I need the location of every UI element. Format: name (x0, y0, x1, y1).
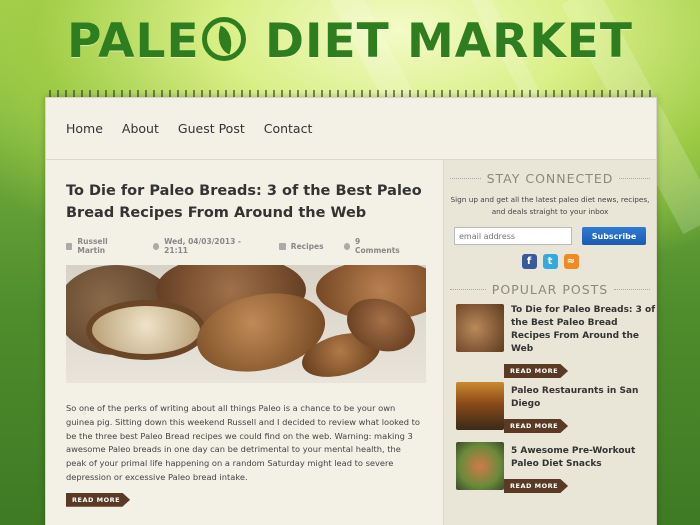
popular-post-1[interactable]: To Die for Paleo Breads: 3 of the Best P… (456, 304, 656, 378)
subscribe-form: Subscribe (454, 227, 656, 245)
popular-post-title[interactable]: To Die for Paleo Breads: 3 of the Best P… (511, 304, 656, 356)
content-paper: Home About Guest Post Contact To Die for… (45, 97, 657, 525)
email-input[interactable] (454, 227, 572, 245)
twitter-icon[interactable]: t (542, 254, 558, 269)
date-text: Wed, 04/03/2013 - 21:11 (164, 237, 242, 255)
post-category: Recipes (278, 237, 324, 255)
popular-read-more[interactable]: READ MORE (504, 419, 569, 433)
nav-home[interactable]: Home (66, 121, 103, 136)
folder-icon (278, 242, 286, 250)
nav-contact[interactable]: Contact (264, 121, 313, 136)
comment-icon (343, 242, 350, 250)
post-title[interactable]: To Die for Paleo Breads: 3 of the Best P… (66, 180, 423, 224)
popular-posts-heading: POPULAR POSTS (444, 282, 656, 297)
post-author: Russell Martin (66, 237, 133, 255)
leaf-logo-icon (201, 17, 246, 61)
social-links: f t ≈ (444, 254, 656, 269)
main-content: To Die for Paleo Breads: 3 of the Best P… (46, 160, 443, 525)
nav-guest-post[interactable]: Guest Post (178, 121, 245, 136)
clock-icon (152, 242, 160, 250)
author-name[interactable]: Russell Martin (77, 237, 132, 255)
user-icon (66, 242, 73, 250)
nav-about[interactable]: About (122, 121, 159, 136)
popular-thumb-restaurant[interactable] (456, 382, 504, 430)
post-meta: Russell Martin Wed, 04/03/2013 - 21:11 R… (66, 237, 423, 255)
popular-read-more[interactable]: READ MORE (504, 479, 569, 493)
comments-link[interactable]: 9 Comments (355, 237, 403, 255)
logo-text-part1: PALE (67, 14, 200, 69)
rss-icon[interactable]: ≈ (563, 254, 579, 269)
post-date: Wed, 04/03/2013 - 21:11 (152, 237, 259, 255)
facebook-icon[interactable]: f (521, 254, 537, 269)
popular-post-3[interactable]: 5 Awesome Pre-Workout Paleo Diet Snacks … (456, 442, 656, 493)
post-excerpt: So one of the perks of writing about all… (66, 403, 421, 482)
main-nav: Home About Guest Post Contact (46, 98, 656, 160)
sidebar: STAY CONNECTED Sign up and get all the l… (443, 160, 656, 525)
popular-post-2[interactable]: Paleo Restaurants in San Diego READ MORE (456, 382, 656, 433)
signup-text: Sign up and get all the latest paleo die… (450, 195, 650, 216)
popular-thumb-snacks[interactable] (456, 442, 504, 490)
category-link[interactable]: Recipes (291, 242, 324, 251)
site-logo[interactable]: PALE DIET MARKET (0, 14, 700, 69)
post-comments: 9 Comments (343, 237, 403, 255)
popular-post-title[interactable]: 5 Awesome Pre-Workout Paleo Diet Snacks (511, 445, 656, 471)
read-more-button[interactable]: READ MORE (66, 492, 131, 507)
post-hero-image[interactable] (66, 265, 426, 383)
subscribe-button[interactable]: Subscribe (582, 227, 646, 245)
logo-text-part2: DIET MARKET (264, 14, 633, 69)
popular-thumb-bread[interactable] (456, 304, 504, 352)
popular-read-more[interactable]: READ MORE (504, 364, 569, 378)
stay-connected-heading: STAY CONNECTED (444, 171, 656, 186)
popular-post-title[interactable]: Paleo Restaurants in San Diego (511, 385, 656, 411)
